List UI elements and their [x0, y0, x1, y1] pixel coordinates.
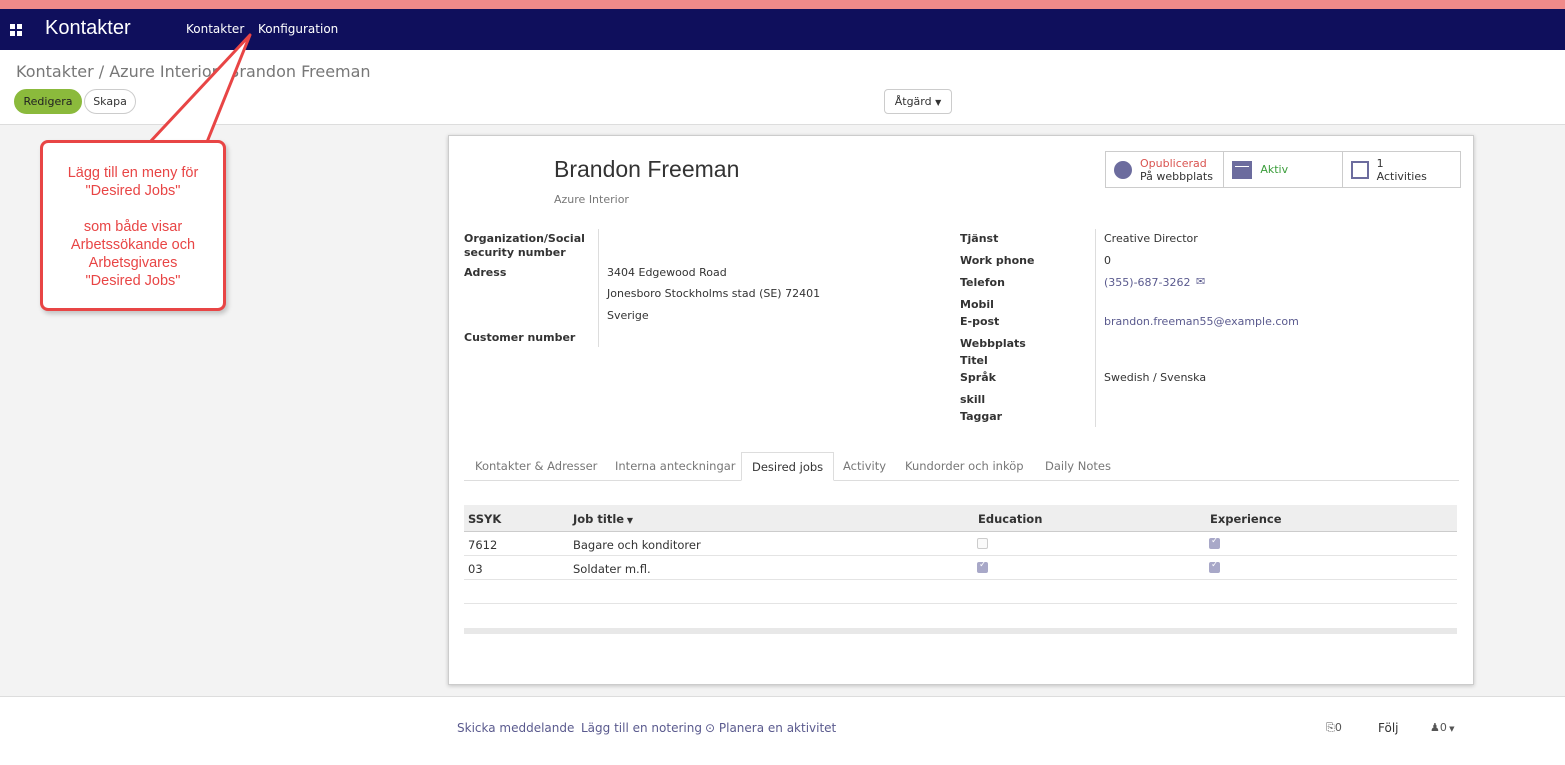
- contact-name: Brandon Freeman: [554, 156, 740, 182]
- skill-label: skill: [960, 393, 986, 406]
- publish-button[interactable]: Opublicerad På webbplats: [1106, 152, 1225, 187]
- globe-icon: [1114, 160, 1132, 179]
- caret-down-icon: ▼: [1446, 725, 1455, 733]
- experience-checkbox[interactable]: [1209, 536, 1220, 549]
- tab-sales-purchases[interactable]: Kundorder och inköp: [905, 452, 1024, 481]
- empty-row: [464, 580, 1457, 604]
- active-label: Aktiv: [1260, 163, 1289, 176]
- menu-kontakter[interactable]: Kontakter: [186, 22, 244, 36]
- phone-value[interactable]: (355)-687-3262: [1104, 276, 1191, 289]
- action-label: Åtgärd: [894, 95, 932, 108]
- email-label: E-post: [960, 315, 1000, 328]
- calendar-icon: [1350, 160, 1369, 179]
- callout-line: Arbetsgivares: [88, 255, 178, 271]
- schedule-activity-link[interactable]: ⊙ Planera en aktivitet: [705, 721, 836, 735]
- address-label: Adress: [464, 266, 507, 279]
- follow-button[interactable]: Följ: [1378, 721, 1398, 735]
- activities-count: 1: [1376, 156, 1384, 170]
- action-dropdown[interactable]: Åtgärd ▼: [884, 89, 952, 114]
- control-panel: Kontakter / Azure Interior, Brandon Free…: [0, 50, 1565, 125]
- website-label: Webbplats: [960, 337, 1026, 350]
- log-note-link[interactable]: Lägg till en notering: [581, 721, 702, 735]
- tags-label: Taggar: [960, 410, 1003, 423]
- callout-line: "Desired Jobs": [85, 273, 181, 289]
- envelope-icon[interactable]: ✉: [1196, 275, 1205, 288]
- user-icon: ♟: [1430, 721, 1440, 734]
- header-ssyk[interactable]: SSYK: [468, 512, 501, 526]
- mobile-label: Mobil: [960, 298, 994, 311]
- cell-ssyk: 7612: [468, 538, 498, 552]
- callout-line: "Desired Jobs": [85, 183, 181, 199]
- work-phone-label: Work phone: [960, 254, 1035, 267]
- education-checkbox[interactable]: [977, 538, 988, 549]
- publish-status: Opublicerad: [1140, 156, 1207, 170]
- phone-label: Telefon: [960, 276, 1005, 289]
- email-value[interactable]: brandon.freeman55@example.com: [1104, 315, 1299, 328]
- right-divider: [1095, 229, 1096, 427]
- cell-job-title: Soldater m.fl.: [573, 562, 651, 576]
- sort-caret-icon: ▼: [624, 516, 634, 525]
- experience-checkbox[interactable]: [1209, 560, 1220, 573]
- company-link[interactable]: Azure Interior: [554, 193, 629, 206]
- cell-ssyk: 03: [468, 562, 483, 576]
- left-divider: [598, 229, 599, 347]
- app-title: Kontakter: [45, 17, 131, 39]
- clock-icon: ⊙: [705, 721, 719, 735]
- callout-line: Arbetssökande och: [70, 237, 196, 253]
- attachments-button[interactable]: ⎘0: [1326, 721, 1342, 735]
- chatter-bar: Skicka meddelande Lägg till en notering …: [0, 696, 1565, 765]
- activities-button[interactable]: 1 Activities: [1343, 152, 1460, 187]
- header-education[interactable]: Education: [978, 512, 1042, 526]
- form-sheet: Brandon Freeman Azure Interior Opublicer…: [448, 135, 1474, 685]
- notebook-tabs: Kontakter & Adresser Interna anteckninga…: [464, 452, 1459, 481]
- language-label: Språk: [960, 371, 996, 384]
- create-button[interactable]: Skapa: [84, 89, 136, 114]
- followers-button[interactable]: ♟0 ▼: [1430, 721, 1454, 734]
- top-decorative-strip: [0, 0, 1565, 9]
- table-row[interactable]: 03 Soldater m.fl.: [464, 556, 1457, 580]
- send-message-link[interactable]: Skicka meddelande: [457, 721, 574, 735]
- active-button[interactable]: Aktiv: [1224, 152, 1343, 187]
- callout-line: som både visar: [83, 219, 183, 235]
- apps-icon[interactable]: [10, 24, 22, 36]
- tab-internal-notes[interactable]: Interna anteckningar: [615, 452, 736, 481]
- menu-konfiguration[interactable]: Konfiguration: [258, 22, 338, 36]
- address-line3: Sverige: [607, 309, 649, 322]
- archive-icon: [1232, 160, 1253, 179]
- org-number-label: Organization/Social security number: [464, 232, 585, 259]
- publish-sub: På webbplats: [1140, 169, 1213, 183]
- language-value: Swedish / Svenska: [1104, 371, 1207, 384]
- table-footer: [464, 628, 1457, 634]
- breadcrumb[interactable]: Kontakter / Azure Interior, Brandon Free…: [16, 62, 371, 81]
- caret-down-icon: ▼: [935, 98, 942, 107]
- paperclip-icon: ⎘: [1326, 721, 1335, 734]
- annotation-callout: Lägg till en meny för "Desired Jobs" som…: [40, 140, 226, 311]
- service-value: Creative Director: [1104, 232, 1198, 245]
- top-navbar: Kontakter Kontakter Konfiguration: [0, 9, 1565, 50]
- education-checkbox[interactable]: [977, 560, 988, 573]
- smart-buttons: Opublicerad På webbplats Aktiv 1 Activit…: [1105, 151, 1461, 188]
- tab-contacts-addresses[interactable]: Kontakter & Adresser: [475, 452, 597, 481]
- table-header: SSYK Job title ▼ Education Experience: [464, 505, 1457, 532]
- callout-line: Lägg till en meny för: [67, 165, 199, 181]
- tab-desired-jobs[interactable]: Desired jobs: [741, 452, 835, 481]
- work-phone-value: 0: [1104, 254, 1111, 267]
- address-line2: Jonesboro Stockholms stad (SE) 72401: [607, 287, 821, 300]
- address-line1: 3404 Edgewood Road: [607, 266, 727, 279]
- desired-jobs-table: SSYK Job title ▼ Education Experience 76…: [464, 505, 1457, 634]
- tab-activity[interactable]: Activity: [843, 452, 886, 481]
- tab-daily-notes[interactable]: Daily Notes: [1045, 452, 1111, 481]
- service-label: Tjänst: [960, 232, 999, 245]
- activities-label: Activities: [1376, 169, 1427, 183]
- title-label: Titel: [960, 354, 988, 367]
- edit-button[interactable]: Redigera: [14, 89, 82, 114]
- customer-number-label: Customer number: [464, 331, 576, 344]
- table-row[interactable]: 7612 Bagare och konditorer: [464, 532, 1457, 556]
- header-experience[interactable]: Experience: [1210, 512, 1282, 526]
- header-job-title[interactable]: Job title ▼: [573, 512, 633, 526]
- cell-job-title: Bagare och konditorer: [573, 538, 701, 552]
